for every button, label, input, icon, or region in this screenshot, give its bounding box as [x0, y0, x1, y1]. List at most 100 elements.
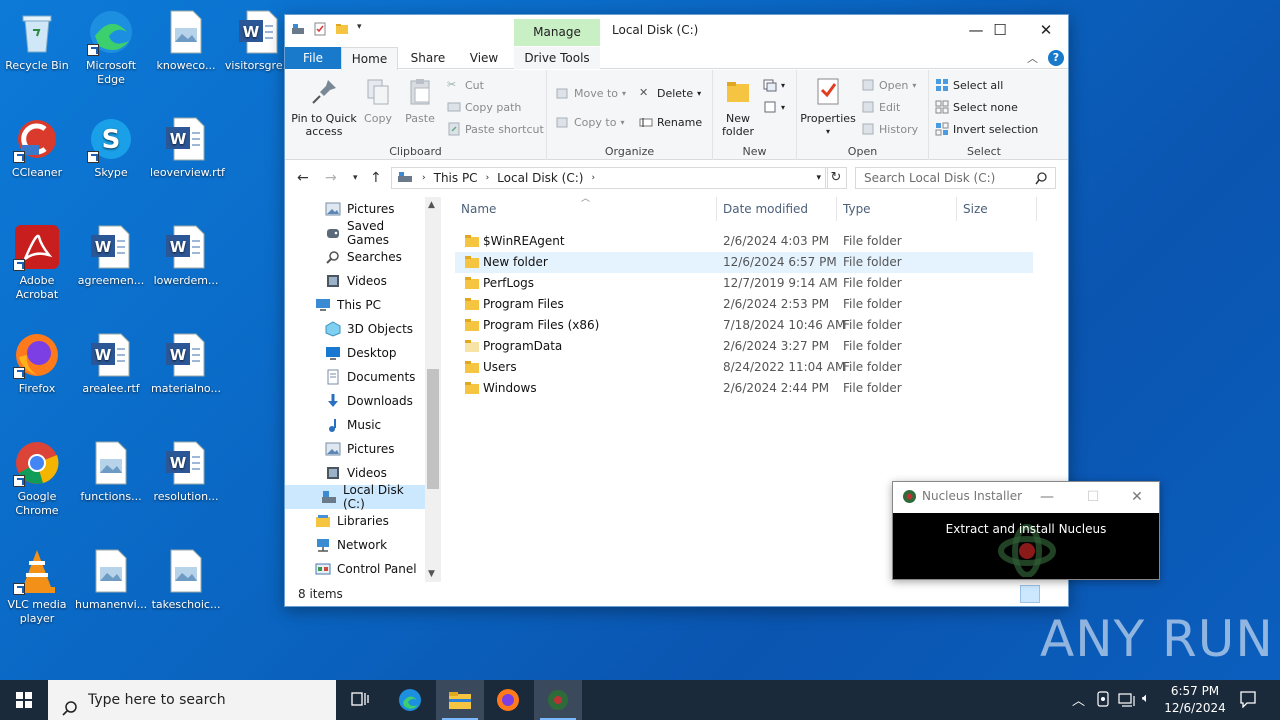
cut-button[interactable]: ✂ Cut [447, 76, 484, 94]
tray-chevron-icon[interactable]: ︿ [1072, 690, 1085, 720]
table-row[interactable]: New folder 12/6/2024 6:57 PM File folder [455, 252, 1033, 273]
desktop-icon-item[interactable]: Firefox [1, 331, 73, 396]
desktop-icon-item[interactable]: Microsoft Edge [75, 8, 147, 87]
desktop-icon-item[interactable]: VLC media player [1, 547, 73, 626]
table-row[interactable]: Users 8/24/2022 11:04 AM File folder [455, 357, 1033, 378]
column-header-name[interactable]: Name [455, 197, 717, 221]
history-button[interactable]: History [861, 120, 918, 138]
desktop-icon-item[interactable]: takeschoic... [150, 547, 222, 612]
nucleus-maximize-button[interactable]: ☐ [1073, 485, 1113, 509]
delete-button[interactable]: ✕ Delete ▾ [639, 84, 701, 102]
table-row[interactable]: ProgramData 2/6/2024 3:27 PM File folder [455, 336, 1033, 357]
recent-locations-icon[interactable]: ▾ [353, 173, 358, 183]
address-dropdown-icon[interactable]: ▾ [816, 173, 821, 183]
desktop-icon-item[interactable]: Wlowerdem... [150, 223, 222, 288]
desktop-icon-item[interactable]: Warealee.rtf [75, 331, 147, 396]
tab-home[interactable]: Home [341, 47, 398, 70]
up-arrow-icon[interactable]: ↑ [370, 170, 382, 186]
rename-button[interactable]: Rename [639, 113, 702, 131]
tray-device-icon[interactable] [1096, 691, 1110, 720]
taskbar-nucleus[interactable] [534, 680, 582, 720]
desktop-icon-item[interactable]: Google Chrome [1, 439, 73, 518]
copy-path-button[interactable]: Copy path [447, 98, 521, 116]
nav-item[interactable]: Libraries [285, 509, 425, 533]
copy-to-button[interactable]: Copy to ▾ [556, 113, 624, 131]
nucleus-close-button[interactable]: ✕ [1117, 485, 1157, 509]
paste-button[interactable]: Paste [401, 76, 439, 125]
nav-item[interactable]: Desktop [285, 341, 425, 365]
copy-button[interactable]: Copy [359, 76, 397, 125]
table-row[interactable]: Program Files (x86) 7/18/2024 10:46 AM Fil… [455, 315, 1033, 336]
column-header-type[interactable]: Type [837, 197, 957, 221]
desktop-icon-item[interactable]: Wresolution... [150, 439, 222, 504]
table-row[interactable]: $WinREAgent 2/6/2024 4:03 PM File folder [455, 231, 1033, 252]
nav-item[interactable]: Saved Games [285, 219, 425, 247]
tab-drive-tools[interactable]: Drive Tools [514, 47, 600, 69]
task-view-button[interactable] [336, 680, 384, 720]
maximize-button[interactable]: ☐ [977, 15, 1023, 45]
table-row[interactable]: PerfLogs 12/7/2019 9:14 AM File folder [455, 273, 1033, 294]
move-to-button[interactable]: Move to ▾ [556, 84, 626, 102]
desktop-icon-item[interactable]: Wmaterialno... [150, 331, 222, 396]
nav-item[interactable]: Music [285, 413, 425, 437]
volume-icon[interactable]: 🔈︎ [1142, 691, 1150, 720]
nav-item[interactable]: 3D Objects [285, 317, 425, 341]
desktop-icon-item[interactable]: S Skype [75, 115, 147, 180]
back-arrow-icon[interactable]: ← [297, 170, 309, 186]
nav-item[interactable]: Videos [285, 461, 425, 485]
notifications-icon[interactable] [1239, 690, 1257, 720]
easy-access-button[interactable]: ▾ [763, 98, 785, 116]
select-none-button[interactable]: Select none [935, 98, 1018, 116]
nav-item[interactable]: Pictures [285, 197, 425, 221]
network-tray-icon[interactable] [1118, 692, 1136, 720]
desktop-icon-item[interactable]: functions... [75, 439, 147, 504]
nucleus-minimize-button[interactable]: — [1027, 485, 1067, 509]
nav-item[interactable]: Downloads [285, 389, 425, 413]
nav-item[interactable]: Control Panel [285, 557, 425, 581]
breadcrumb-local-disk[interactable]: Local Disk (C:) [497, 171, 583, 185]
taskbar-edge[interactable] [386, 680, 434, 720]
open-button[interactable]: Open ▾ [861, 76, 916, 94]
details-view-icon[interactable] [1020, 585, 1040, 603]
desktop-icon-item[interactable]: Wleoverview.rtf [150, 115, 225, 180]
desktop-icon-item[interactable]: Recycle Bin [1, 8, 73, 73]
invert-selection-button[interactable]: Invert selection [935, 120, 1038, 138]
large-icons-view-icon[interactable] [1042, 585, 1062, 603]
scroll-down-icon[interactable]: ▼ [428, 569, 435, 579]
new-folder-button[interactable]: New folder [715, 76, 761, 138]
pin-quick-access-button[interactable]: Pin to Quick access [289, 76, 359, 138]
search-input[interactable]: Search Local Disk (C:) [855, 167, 1056, 189]
manage-context-tab[interactable]: Manage [514, 19, 600, 46]
address-bar[interactable]: › This PC › Local Disk (C:) › ▾ [391, 167, 828, 189]
tab-file[interactable]: File [285, 47, 341, 69]
new-folder-icon[interactable] [335, 22, 349, 36]
desktop-icon-item[interactable]: Adobe Acrobat [1, 223, 73, 302]
tab-view[interactable]: View [457, 47, 511, 69]
column-header-date[interactable]: Date modified [717, 197, 837, 221]
nav-item[interactable]: Local Disk (C:) [285, 483, 425, 511]
desktop-icon-item[interactable]: CCleaner [1, 115, 73, 180]
desktop-icon-item[interactable]: knoweco... [150, 8, 222, 73]
scroll-up-icon[interactable]: ▲ [428, 200, 435, 210]
edit-button[interactable]: Edit [861, 98, 900, 116]
taskbar-file-explorer[interactable] [436, 680, 484, 720]
clock[interactable]: 6:57 PM 12/6/2024 [1160, 683, 1230, 717]
nav-item[interactable]: Pictures [285, 437, 425, 461]
forward-arrow-icon[interactable]: → [325, 170, 337, 186]
taskbar-firefox[interactable] [484, 680, 532, 720]
column-header-size[interactable]: Size [957, 197, 1037, 221]
start-button[interactable] [0, 680, 48, 720]
customize-qat-icon[interactable]: ▾ [357, 22, 371, 36]
desktop-icon-item[interactable]: humanenvi... [75, 547, 147, 612]
taskbar-search-box[interactable]: Type here to search [48, 680, 336, 720]
table-row[interactable]: Program Files 2/6/2024 2:53 PM File folder [455, 294, 1033, 315]
nav-item[interactable]: This PC [285, 293, 425, 317]
breadcrumb-this-pc[interactable]: This PC [434, 171, 478, 185]
help-icon[interactable]: ? [1048, 50, 1064, 66]
table-row[interactable]: Windows 2/6/2024 2:44 PM File folder [455, 378, 1033, 399]
collapse-ribbon-icon[interactable]: ︿ [1027, 50, 1038, 66]
nav-item[interactable]: Network [285, 533, 425, 557]
nav-item[interactable]: Searches [285, 245, 425, 269]
select-all-button[interactable]: Select all [935, 76, 1003, 94]
paste-shortcut-button[interactable]: Paste shortcut [447, 120, 544, 138]
